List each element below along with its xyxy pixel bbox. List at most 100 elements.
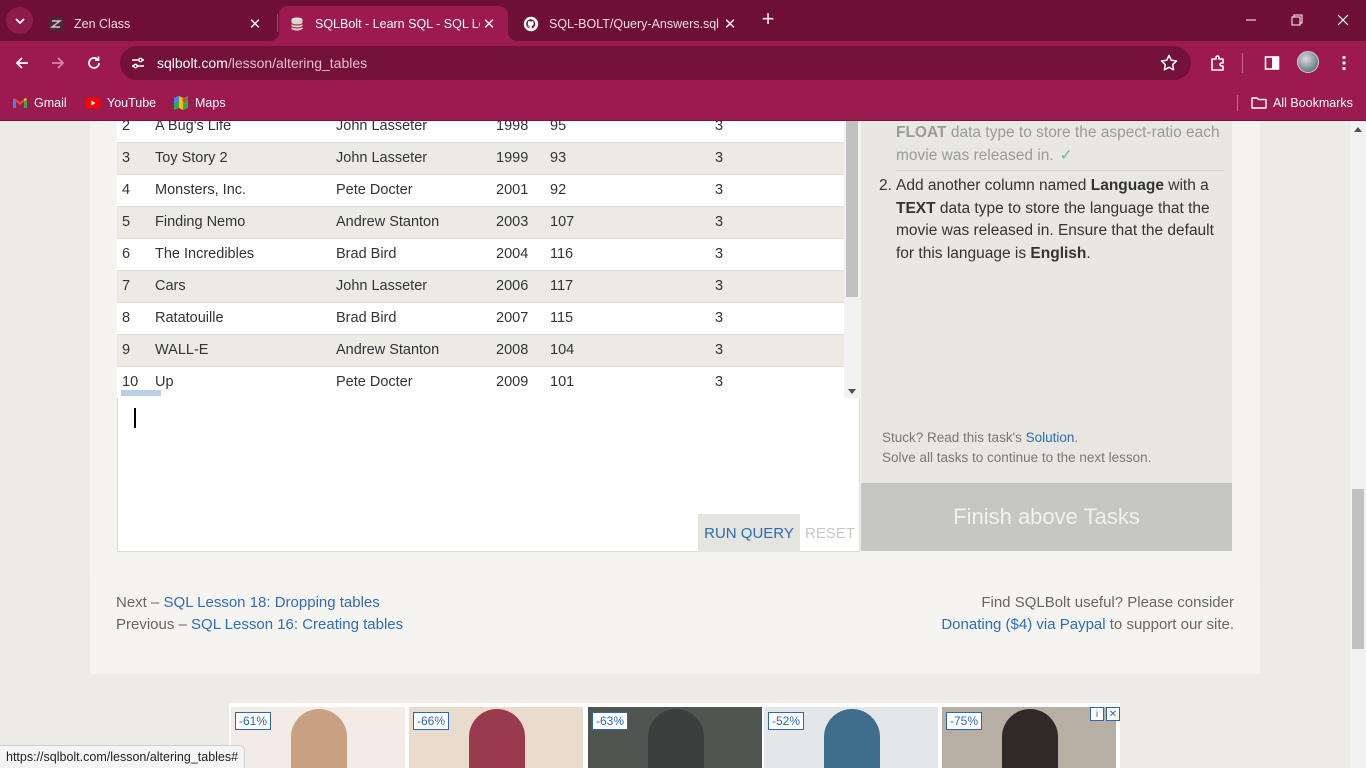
ad-info-icon[interactable]: i xyxy=(1090,707,1104,721)
close-icon[interactable]: ✕ xyxy=(246,15,264,33)
solution-link[interactable]: Solution xyxy=(1026,430,1075,445)
cell-director: Brad Bird xyxy=(336,246,397,262)
results-scrollbar[interactable] xyxy=(844,121,860,398)
reload-button[interactable] xyxy=(80,49,108,77)
cell-year: 1999 xyxy=(496,150,529,166)
finish-tasks-button[interactable]: Finish above Tasks xyxy=(861,483,1232,551)
folder-icon xyxy=(1251,95,1267,111)
cell-id: 5 xyxy=(122,214,131,230)
ad-item[interactable]: -52% xyxy=(764,707,938,768)
tab-search-button[interactable] xyxy=(6,7,33,34)
cell-year: 2006 xyxy=(496,278,529,294)
discount-badge: -61% xyxy=(235,712,272,730)
site-info-icon[interactable] xyxy=(129,54,147,72)
tab-sqlbolt[interactable]: SQLBolt - Learn SQL - SQL Less ✕ xyxy=(269,6,518,41)
cell-year: 2001 xyxy=(496,182,529,198)
bookmark-star-icon[interactable] xyxy=(1159,53,1179,73)
cell-length: 92 xyxy=(550,182,567,198)
new-tab-button[interactable]: + xyxy=(757,8,779,31)
ad-item[interactable]: -61% xyxy=(231,707,405,768)
tab-zen-class[interactable]: Zen Class ✕ xyxy=(38,6,274,41)
tab-github[interactable]: SQL-BOLT/Query-Answers.sql a ✕ xyxy=(513,6,749,41)
task-completed: FLOAT data type to store the aspect-rati… xyxy=(896,122,1226,167)
scroll-up-icon[interactable] xyxy=(1354,127,1362,132)
close-icon[interactable]: ✕ xyxy=(721,15,739,33)
restore-button[interactable] xyxy=(1274,0,1320,40)
url-host: sqlbolt.com xyxy=(157,55,228,71)
cell-director: John Lasseter xyxy=(336,121,428,134)
close-icon xyxy=(1337,14,1349,26)
ad-image xyxy=(291,709,347,768)
ad-image xyxy=(469,709,525,768)
ad-image xyxy=(824,709,880,768)
arrow-right-icon xyxy=(52,57,65,69)
profile-avatar[interactable] xyxy=(1297,51,1319,73)
table-row: 2 A Bug's Life John Lasseter 1998 95 3 xyxy=(117,121,844,143)
page-viewport: 2 A Bug's Life John Lasseter 1998 95 3 3… xyxy=(0,121,1350,768)
ad-close-icon[interactable]: ✕ xyxy=(1106,707,1120,721)
ad-controls: i ✕ xyxy=(1090,707,1120,721)
bookmark-youtube[interactable]: YouTube xyxy=(85,93,156,113)
ad-banner[interactable]: -61% -66% -63% -52% -75% i ✕ xyxy=(229,703,1120,768)
cell-title: A Bug's Life xyxy=(155,121,232,134)
cell-value: 3 xyxy=(715,246,724,262)
bookmarks-bar: Gmail YouTube Maps All Bookmarks xyxy=(0,85,1366,121)
restore-icon xyxy=(1291,14,1303,26)
scrollbar-thumb[interactable] xyxy=(1352,489,1364,649)
menu-kebab-icon[interactable] xyxy=(1334,53,1354,73)
previous-lesson-link[interactable]: SQL Lesson 16: Creating tables xyxy=(191,616,403,633)
scroll-down-icon[interactable] xyxy=(848,389,856,394)
minimize-button[interactable] xyxy=(1228,0,1274,40)
all-bookmarks-button[interactable]: All Bookmarks xyxy=(1251,93,1353,113)
side-panel-icon[interactable] xyxy=(1262,53,1282,73)
reset-button[interactable]: RESET xyxy=(802,514,858,552)
cell-length: 116 xyxy=(550,246,574,262)
exercise-tasks-panel: FLOAT data type to store the aspect-rati… xyxy=(861,121,1232,483)
stuck-suffix: . xyxy=(1074,430,1079,445)
tab-divider xyxy=(277,14,278,32)
close-icon[interactable]: ✕ xyxy=(480,15,498,33)
tab-title: SQL-BOLT/Query-Answers.sql a xyxy=(549,16,721,31)
page-scrollbar[interactable] xyxy=(1350,121,1366,768)
cell-title: Toy Story 2 xyxy=(155,150,228,166)
ad-image xyxy=(1002,709,1058,768)
task-pending: 2. Add another column named Language wit… xyxy=(879,175,1226,265)
back-button[interactable] xyxy=(8,49,36,77)
cell-length: 95 xyxy=(550,121,567,134)
cell-title: Monsters, Inc. xyxy=(155,182,247,198)
next-lesson-link[interactable]: SQL Lesson 18: Dropping tables xyxy=(164,594,380,611)
tab-title: SQLBolt - Learn SQL - SQL Less xyxy=(315,16,480,31)
cell-title: WALL-E xyxy=(155,342,209,358)
cell-id: 10 xyxy=(122,374,139,390)
ad-item[interactable]: -66% xyxy=(409,707,583,768)
cell-year: 2007 xyxy=(496,310,529,326)
bookmark-maps[interactable]: Maps xyxy=(173,93,226,113)
cell-director: John Lasseter xyxy=(336,278,428,294)
cell-id: 2 xyxy=(122,121,131,134)
address-bar[interactable]: sqlbolt.com/lesson/altering_tables xyxy=(120,46,1191,80)
scrollbar-thumb[interactable] xyxy=(846,121,858,297)
donate-suffix: to support our site. xyxy=(1105,616,1234,633)
cell-length: 107 xyxy=(550,214,575,230)
tab-title: Zen Class xyxy=(74,16,131,31)
ad-image xyxy=(648,709,704,768)
ad-item[interactable]: -63% xyxy=(588,707,762,768)
discount-badge: -52% xyxy=(768,712,805,730)
task-text: with a xyxy=(1163,177,1209,194)
bookmark-gmail[interactable]: Gmail xyxy=(12,93,67,113)
extensions-icon[interactable] xyxy=(1208,53,1228,73)
reload-icon xyxy=(88,56,100,69)
cell-title: The Incredibles xyxy=(155,246,255,262)
donate-link[interactable]: Donating ($4) via Paypal xyxy=(941,616,1105,633)
forward-button[interactable] xyxy=(44,49,72,77)
close-window-button[interactable] xyxy=(1320,0,1366,40)
cell-length: 101 xyxy=(550,374,575,390)
status-bar-url: https://sqlbolt.com/lesson/altering_tabl… xyxy=(0,745,246,768)
toolbar-divider xyxy=(1242,53,1243,73)
task-number: 2. xyxy=(879,177,892,194)
text-caret xyxy=(134,408,136,428)
youtube-icon xyxy=(85,95,101,111)
run-query-button[interactable]: RUN QUERY xyxy=(698,514,800,552)
next-prefix: Next – xyxy=(116,594,164,611)
cell-director: Pete Docter xyxy=(336,182,413,198)
